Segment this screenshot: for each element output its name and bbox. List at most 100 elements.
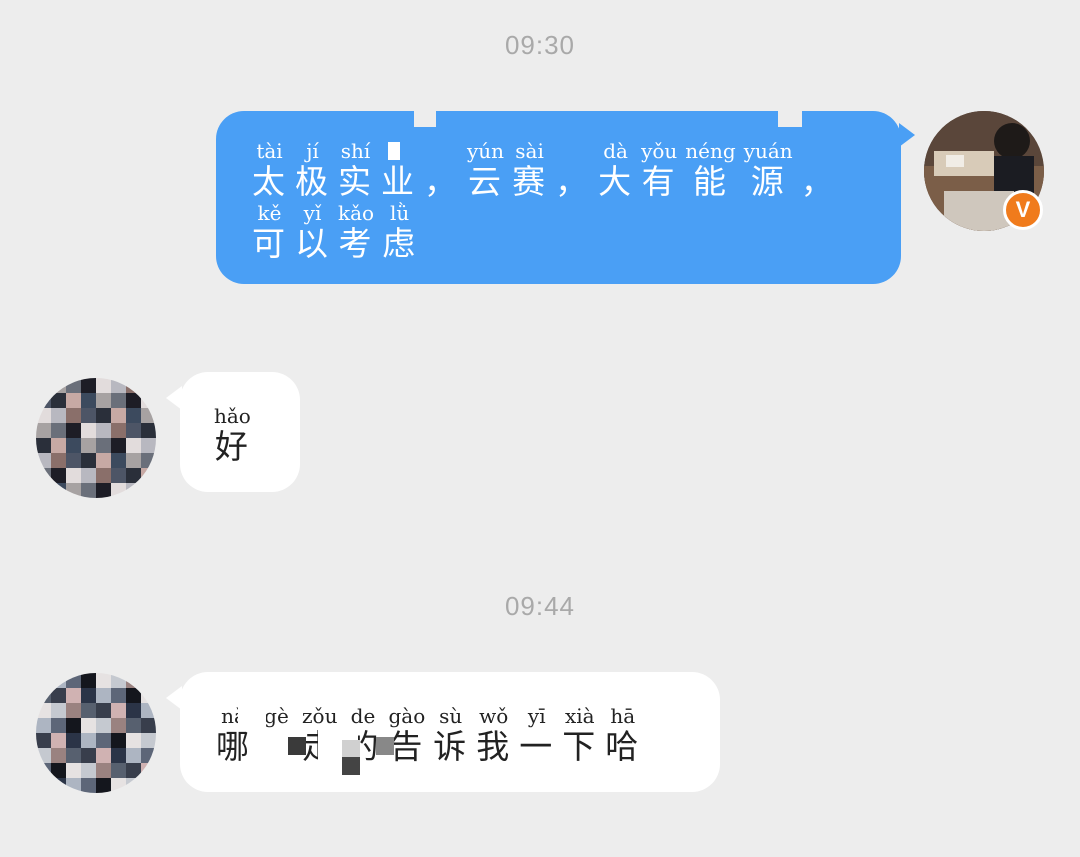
ruby-char: jí 极 — [295, 139, 330, 201]
mosaic-cell — [66, 718, 81, 733]
mosaic-cell — [111, 378, 126, 393]
hanzi-text: 云 — [468, 162, 504, 201]
pinyin-text: jí — [306, 139, 319, 163]
mosaic-cell — [81, 438, 96, 453]
pinyin-text: lǜ — [389, 201, 410, 225]
ruby-char: ， — [801, 139, 836, 201]
mosaic-cell — [66, 733, 81, 748]
hanzi-text: 虑 — [382, 224, 418, 263]
mosaic-cell — [141, 378, 156, 393]
pinyin-text: yǐ — [303, 201, 322, 225]
ruby-char: sù 诉 — [433, 704, 468, 766]
verified-badge-icon: V — [1003, 190, 1043, 230]
received-message-bubble[interactable]: hǎo 好 — [166, 372, 300, 492]
hanzi-text: 我 — [476, 727, 512, 766]
mosaic-cell — [126, 718, 141, 733]
mosaic-cell — [36, 438, 51, 453]
mosaic-cell — [51, 378, 66, 393]
mosaic-cell — [81, 763, 96, 778]
contact-avatar[interactable] — [36, 378, 156, 498]
pinyin-text: zǒu — [302, 704, 338, 728]
mosaic-cell — [51, 673, 66, 688]
pinyin-text: gào — [388, 704, 426, 728]
mosaic-cell — [141, 673, 156, 688]
mosaic-cell — [96, 483, 111, 498]
mosaic-cell — [81, 718, 96, 733]
ruby-char: shí 实 — [338, 139, 373, 201]
mosaic-cell — [111, 453, 126, 468]
mosaic-cell — [111, 748, 126, 763]
mosaic-cell — [66, 378, 81, 393]
mosaic-cell — [141, 703, 156, 718]
mosaic-cell — [126, 468, 141, 483]
mosaic-cell — [81, 733, 96, 748]
hanzi-text: 业 — [381, 162, 416, 201]
ruby-char: kǎo 考 — [338, 201, 374, 263]
mosaic-cell — [96, 453, 111, 468]
message-line: tài 太 jí 极 shí 实业， yún 云 sài 赛， dà 大 yǒu 有 néng 能 yuán 源， — [252, 139, 844, 201]
pinyin-text: de — [350, 704, 376, 728]
mosaic-cell — [36, 778, 51, 793]
pinyin-text: sài — [515, 139, 544, 163]
mosaic-cell — [36, 468, 51, 483]
mosaic-cell — [66, 483, 81, 498]
mosaic-cell — [141, 718, 156, 733]
ruby-char: hā 哈 — [605, 704, 640, 766]
mosaic-cell — [36, 673, 51, 688]
mosaic-cell — [81, 408, 96, 423]
mosaic-cell — [141, 408, 156, 423]
hanzi-text: 以 — [295, 224, 330, 263]
mosaic-cell — [36, 423, 51, 438]
hanzi-text: 可 — [252, 224, 287, 263]
mosaic-cell — [141, 733, 156, 748]
pinyin-text: yǒu — [641, 139, 678, 163]
mosaic-cell — [96, 748, 111, 763]
mosaic-cell — [126, 733, 141, 748]
mosaic-cell — [81, 453, 96, 468]
redaction-block — [258, 728, 288, 764]
mosaic-cell — [141, 763, 156, 778]
hanzi-text: 源 — [750, 162, 786, 201]
ruby-char: yǒu 有 — [641, 139, 677, 201]
mosaic-cell — [81, 703, 96, 718]
hanzi-text: 哪 — [216, 727, 251, 766]
pinyin-text: dà — [603, 139, 628, 163]
pinyin-text: xià — [564, 704, 595, 728]
redaction-block — [388, 142, 400, 160]
mosaic-cell — [141, 468, 156, 483]
ruby-char: yǐ 以 — [295, 201, 330, 263]
ruby-char: ， — [424, 139, 459, 201]
ruby-char: sài 赛 — [512, 139, 547, 201]
pinyin-text: wǒ — [479, 704, 509, 728]
pinyin-text: tài — [256, 139, 283, 163]
contact-avatar[interactable] — [36, 673, 156, 793]
mosaic-cell — [81, 393, 96, 408]
mosaic-cell — [66, 468, 81, 483]
mosaic-cell — [36, 393, 51, 408]
mosaic-cell — [111, 393, 126, 408]
mosaic-cell — [141, 453, 156, 468]
mosaic-cell — [126, 778, 141, 793]
mosaic-cell — [141, 423, 156, 438]
mosaic-cell — [51, 408, 66, 423]
mosaic-cell — [126, 453, 141, 468]
pinyin-text: shí — [340, 139, 371, 163]
hanzi-text: 有 — [641, 162, 677, 201]
mosaic-cell — [96, 673, 111, 688]
mosaic-cell — [51, 778, 66, 793]
mosaic-cell — [51, 393, 66, 408]
pinyin-text: yún — [467, 139, 505, 163]
mosaic-cell — [51, 733, 66, 748]
mosaic-cell — [96, 763, 111, 778]
pixelated-avatar-icon — [36, 673, 156, 793]
mosaic-cell — [81, 378, 96, 393]
hanzi-text: 一 — [519, 727, 555, 766]
mosaic-cell — [141, 688, 156, 703]
ruby-char: xià 下 — [562, 704, 597, 766]
mosaic-cell — [111, 688, 126, 703]
pinyin-text: gè — [264, 704, 289, 728]
mosaic-cell — [36, 688, 51, 703]
hanzi-text: 大 — [598, 162, 634, 201]
ruby-char: lǜ 虑 — [382, 201, 417, 263]
sent-message-bubble[interactable]: tài 太 jí 极 shí 实业， yún 云 sài 赛， dà 大 yǒu 有 néng 能 yuán 源，… — [216, 111, 915, 284]
